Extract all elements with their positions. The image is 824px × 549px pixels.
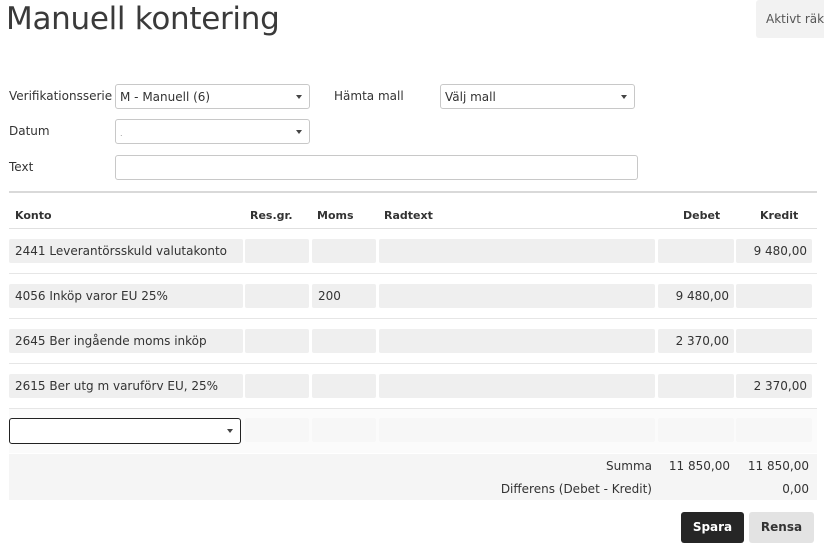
- header-divider: [9, 228, 817, 229]
- text-label: Text: [9, 160, 34, 174]
- rowtext-cell[interactable]: [379, 284, 655, 308]
- debit-cell[interactable]: 2 370,00: [658, 329, 734, 353]
- row-divider: [9, 318, 817, 319]
- col-header-vat: Moms: [317, 209, 354, 222]
- debit-cell[interactable]: [658, 239, 734, 263]
- rowtext-cell[interactable]: [379, 374, 655, 398]
- reset-button[interactable]: Rensa: [749, 512, 814, 543]
- credit-cell[interactable]: [736, 284, 812, 308]
- resgr-cell[interactable]: [245, 374, 309, 398]
- vat-cell[interactable]: [312, 239, 376, 263]
- series-label: Verifikationsserie: [9, 89, 113, 103]
- template-select-value: Välj mall: [445, 90, 496, 104]
- col-header-debit: Debet: [683, 209, 721, 222]
- new-account-select[interactable]: [9, 418, 241, 444]
- date-select-value: .: [120, 129, 123, 138]
- resgr-cell[interactable]: [245, 239, 309, 263]
- sum-label: Summa: [606, 459, 652, 473]
- credit-cell[interactable]: 2 370,00: [736, 374, 812, 398]
- date-label: Datum: [9, 124, 50, 138]
- credit-cell[interactable]: [736, 329, 812, 353]
- resgr-cell[interactable]: [245, 329, 309, 353]
- divider: [9, 191, 817, 193]
- sum-debit: 11 850,00: [668, 459, 730, 473]
- template-label: Hämta mall: [334, 89, 404, 103]
- vat-cell[interactable]: [312, 329, 376, 353]
- rowtext-cell[interactable]: [379, 239, 655, 263]
- account-cell[interactable]: 4056 Inköp varor EU 25%: [9, 284, 243, 308]
- debit-cell[interactable]: [658, 374, 734, 398]
- active-fiscal-year-button[interactable]: Aktivt räke: [756, 0, 824, 38]
- debit-cell[interactable]: 9 480,00: [658, 284, 734, 308]
- series-select[interactable]: M - Manuell (6): [115, 84, 310, 109]
- chevron-down-icon: [621, 95, 627, 99]
- account-cell[interactable]: 2615 Ber utg m varuförv EU, 25%: [9, 374, 243, 398]
- rowtext-cell: [379, 418, 655, 442]
- col-header-resgr: Res.gr.: [250, 209, 293, 222]
- col-header-credit: Kredit: [760, 209, 799, 222]
- row-divider: [9, 273, 817, 274]
- debit-cell: [658, 418, 734, 442]
- credit-cell[interactable]: 9 480,00: [736, 239, 812, 263]
- resgr-cell: [245, 418, 309, 442]
- page-title: Manuell kontering: [6, 1, 280, 37]
- save-button[interactable]: Spara: [681, 512, 744, 543]
- resgr-cell[interactable]: [245, 284, 309, 308]
- account-cell[interactable]: 2645 Ber ingående moms inköp: [9, 329, 243, 353]
- text-input[interactable]: [115, 155, 638, 180]
- credit-cell: [736, 418, 812, 442]
- account-cell[interactable]: 2441 Leverantörsskuld valutakonto: [9, 239, 243, 263]
- row-divider: [9, 363, 817, 364]
- col-header-account: Konto: [15, 209, 52, 222]
- chevron-down-icon: [296, 130, 302, 134]
- difference-label: Differens (Debet - Kredit): [500, 482, 652, 496]
- vat-cell: [312, 418, 376, 442]
- vat-cell[interactable]: [312, 374, 376, 398]
- rowtext-cell[interactable]: [379, 329, 655, 353]
- sum-credit: 11 850,00: [747, 459, 809, 473]
- series-select-value: M - Manuell (6): [120, 90, 211, 104]
- col-header-rowtext: Radtext: [384, 209, 433, 222]
- template-select[interactable]: Välj mall: [440, 84, 635, 109]
- difference-value: 0,00: [782, 482, 809, 496]
- chevron-down-icon: [227, 429, 233, 433]
- date-select[interactable]: .: [115, 119, 310, 144]
- chevron-down-icon: [296, 95, 302, 99]
- vat-cell[interactable]: 200: [312, 284, 376, 308]
